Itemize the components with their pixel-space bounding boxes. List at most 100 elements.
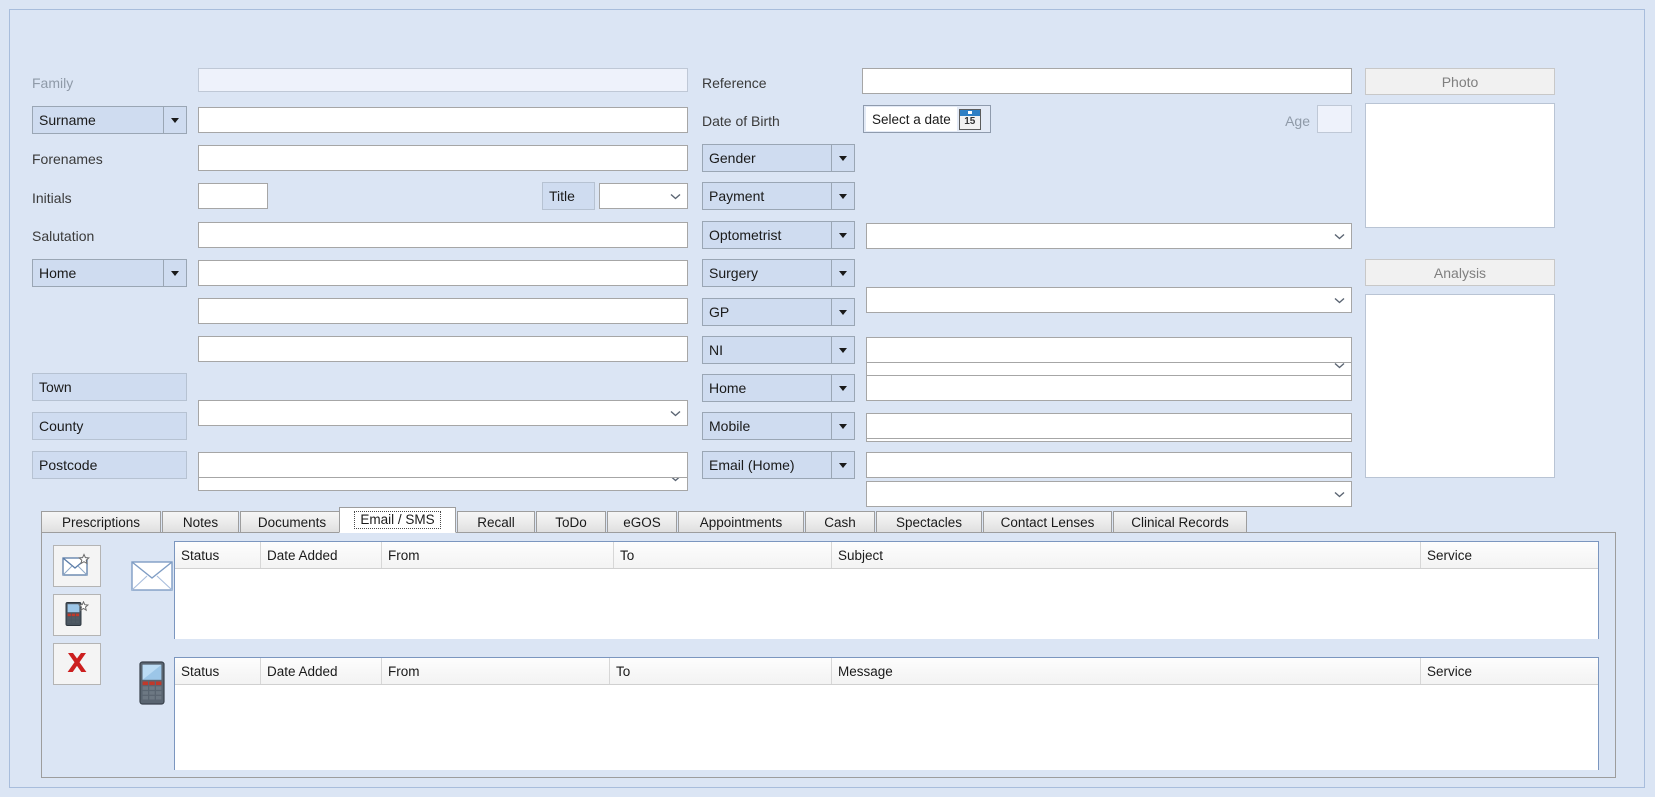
tab-spectacles[interactable]: Spectacles (876, 511, 982, 533)
analysis-panel-header[interactable]: Analysis (1365, 259, 1555, 286)
home-address-dropdown-label[interactable]: Home (32, 259, 187, 287)
surgery-dropdown-label[interactable]: Surgery (702, 259, 855, 287)
email-col-status[interactable]: Status (175, 542, 261, 568)
reference-label: Reference (702, 75, 767, 91)
chevron-down-icon[interactable] (1331, 224, 1348, 248)
tab-contact-lenses[interactable]: Contact Lenses (983, 511, 1112, 533)
surname-input[interactable] (198, 107, 688, 133)
chevron-down-icon[interactable] (831, 299, 854, 325)
ni-label: NI (709, 342, 723, 358)
email-home-input[interactable] (866, 452, 1352, 478)
payment-dropdown-label[interactable]: Payment (702, 182, 855, 210)
sms-col-status[interactable]: Status (175, 658, 261, 684)
tab-todo[interactable]: ToDo (536, 511, 606, 533)
email-col-subject[interactable]: Subject (832, 542, 1421, 568)
tab-documents[interactable]: Documents (240, 511, 344, 533)
email-grid-table[interactable]: Status Date Added From To Subject Servic… (174, 541, 1599, 639)
new-sms-icon (63, 600, 91, 630)
new-email-button[interactable] (53, 545, 101, 587)
tab-recall[interactable]: Recall (457, 511, 535, 533)
tab-label: Notes (182, 515, 219, 530)
town-combobox[interactable] (198, 400, 688, 426)
photo-panel-header[interactable]: Photo (1365, 68, 1555, 95)
chevron-down-icon[interactable] (831, 375, 854, 401)
gender-combobox[interactable] (866, 223, 1352, 249)
gp-label: GP (709, 304, 730, 320)
tab-label: Cash (824, 515, 856, 530)
chevron-down-icon[interactable] (831, 413, 854, 439)
chevron-down-icon[interactable] (1331, 288, 1348, 312)
salutation-input[interactable] (198, 222, 688, 248)
gp-dropdown-label[interactable]: GP (702, 298, 855, 326)
tab-prescriptions[interactable]: Prescriptions (41, 511, 161, 533)
home-address-label: Home (39, 265, 77, 281)
title-label: Title (549, 188, 575, 204)
forenames-input[interactable] (198, 145, 688, 171)
photo-panel[interactable] (1365, 103, 1555, 228)
email-col-from[interactable]: From (382, 542, 614, 568)
family-input[interactable] (198, 68, 688, 92)
chevron-down-icon[interactable] (163, 107, 186, 133)
home-phone-input[interactable] (866, 375, 1352, 401)
envelope-icon (131, 561, 173, 591)
gender-dropdown-label[interactable]: Gender (702, 144, 855, 172)
chevron-down-icon[interactable] (831, 183, 854, 209)
mobile-phone-icon (137, 661, 167, 705)
sms-col-from[interactable]: From (382, 658, 610, 684)
new-sms-button[interactable] (53, 594, 101, 636)
email-col-to[interactable]: To (614, 542, 832, 568)
payment-combobox[interactable] (866, 287, 1352, 313)
date-of-birth-value[interactable]: Select a date (866, 107, 957, 131)
chevron-down-icon[interactable] (831, 222, 854, 248)
analysis-panel[interactable] (1365, 294, 1555, 478)
chevron-down-icon[interactable] (831, 145, 854, 171)
sms-col-date-added[interactable]: Date Added (261, 658, 382, 684)
calendar-day: 15 (964, 116, 976, 127)
optometrist-dropdown-label[interactable]: Optometrist (702, 221, 855, 249)
tab-clinical-records[interactable]: Clinical Records (1113, 511, 1247, 533)
chevron-down-icon[interactable] (831, 260, 854, 286)
chevron-down-icon[interactable] (1331, 482, 1348, 506)
optometrist-label: Optometrist (709, 227, 782, 243)
tab-email-sms[interactable]: Email / SMS (339, 507, 456, 533)
calendar-icon[interactable]: 15 (958, 108, 981, 130)
age-label: Age (1285, 113, 1310, 129)
patient-record-window: Family Surname Forenames Initials Title … (0, 0, 1655, 797)
chevron-down-icon[interactable] (667, 184, 684, 208)
family-label: Family (32, 75, 74, 91)
date-of-birth-picker[interactable]: Select a date 15 (863, 105, 991, 133)
tab-appointments[interactable]: Appointments (678, 511, 804, 533)
ni-input[interactable] (866, 337, 1352, 363)
chevron-down-icon[interactable] (831, 452, 854, 478)
tab-notes[interactable]: Notes (162, 511, 239, 533)
chevron-down-icon[interactable] (831, 337, 854, 363)
initials-input[interactable] (198, 183, 268, 209)
sms-grid-table[interactable]: Status Date Added From To Message Servic… (174, 657, 1599, 770)
delete-button[interactable] (53, 643, 101, 685)
title-combobox[interactable] (599, 183, 688, 209)
mobile-phone-input[interactable] (866, 413, 1352, 439)
sms-col-service[interactable]: Service (1421, 658, 1598, 684)
email-home-dropdown-label[interactable]: Email (Home) (702, 451, 855, 479)
email-col-service[interactable]: Service (1421, 542, 1598, 568)
email-grid-body[interactable] (175, 569, 1598, 639)
chevron-down-icon[interactable] (163, 260, 186, 286)
home-phone-dropdown-label[interactable]: Home (702, 374, 855, 402)
reference-input[interactable] (862, 68, 1352, 94)
postcode-input[interactable] (198, 452, 688, 478)
address-line-1-input[interactable] (198, 260, 688, 286)
gp-combobox[interactable] (866, 481, 1352, 507)
age-input[interactable] (1317, 105, 1352, 133)
email-col-date-added[interactable]: Date Added (261, 542, 382, 568)
chevron-down-icon[interactable] (667, 401, 684, 425)
address-line-2-input[interactable] (198, 298, 688, 324)
ni-dropdown-label[interactable]: NI (702, 336, 855, 364)
sms-col-message[interactable]: Message (832, 658, 1421, 684)
sms-col-to[interactable]: To (610, 658, 832, 684)
sms-grid-body[interactable] (175, 685, 1598, 770)
tab-egos[interactable]: eGOS (607, 511, 677, 533)
surname-dropdown-label[interactable]: Surname (32, 106, 187, 134)
tab-cash[interactable]: Cash (805, 511, 875, 533)
mobile-phone-dropdown-label[interactable]: Mobile (702, 412, 855, 440)
address-line-3-input[interactable] (198, 336, 688, 362)
